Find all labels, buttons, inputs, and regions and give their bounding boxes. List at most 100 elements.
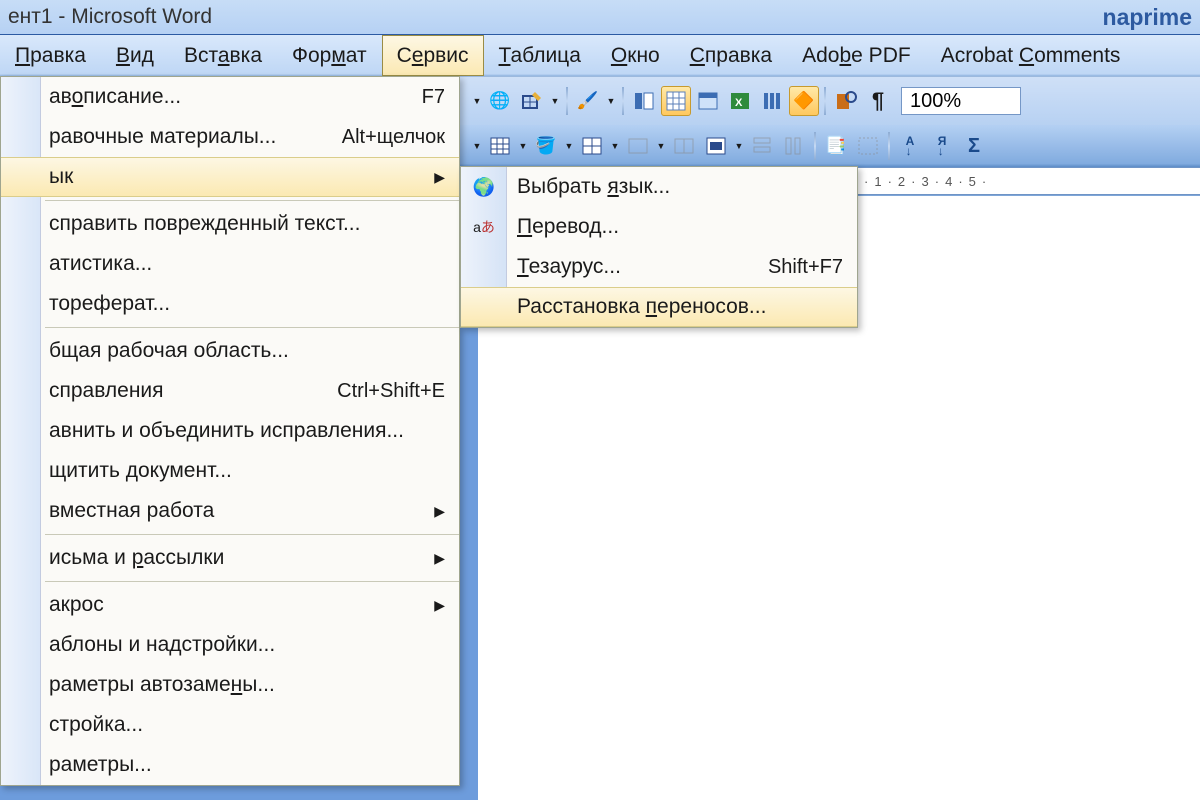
menu-item-label: ык <box>49 165 73 189</box>
sort-desc-button[interactable]: Я↓ <box>927 131 957 161</box>
pilcrow-icon: ¶ <box>872 88 884 114</box>
menu-item-customize[interactable]: стройка... <box>1 705 459 745</box>
menu-item-letters-mailings[interactable]: исьма и рассылки ▶ <box>1 538 459 578</box>
dist-rows-icon <box>751 135 773 157</box>
dropdown-icon[interactable]: ▼ <box>605 96 617 106</box>
dropdown-icon[interactable]: ▼ <box>471 141 483 151</box>
svg-text:X: X <box>735 97 743 109</box>
autosum-button[interactable]: Σ <box>959 131 989 161</box>
menu-item-label: щитить документ... <box>49 459 232 483</box>
ruler-scale: · 1 · 2 · 3 · 4 · 5 · <box>858 168 1200 194</box>
menu-item-label: раметры... <box>49 753 152 777</box>
menu-item-protect-document[interactable]: щитить документ... <box>1 451 459 491</box>
menu-separator <box>45 534 459 535</box>
sigma-icon: Σ <box>968 135 980 158</box>
research-button[interactable] <box>831 86 861 116</box>
menu-item-templates-addins[interactable]: аблоны и надстройки... <box>1 625 459 665</box>
window-split-button[interactable] <box>693 86 723 116</box>
zoom-value: 100% <box>910 90 961 113</box>
separator <box>824 87 826 115</box>
show-gridlines-button[interactable] <box>853 131 883 161</box>
paragraph-marks-button[interactable]: ¶ <box>863 86 893 116</box>
menu-item-track-changes[interactable]: справления Ctrl+Shift+E <box>1 371 459 411</box>
menu-item-autosummary[interactable]: тореферат... <box>1 284 459 324</box>
menu-item-online-collaboration[interactable]: вместная работа ▶ <box>1 491 459 531</box>
dropdown-icon[interactable]: ▼ <box>549 96 561 106</box>
split-cells-button[interactable] <box>669 131 699 161</box>
separator <box>566 87 568 115</box>
insert-table-button[interactable] <box>485 131 515 161</box>
menu-item-label: авнить и объединить исправления... <box>49 419 404 443</box>
dropdown-icon[interactable]: ▼ <box>733 141 745 151</box>
menu-item-label: Выбрать язык... <box>517 175 670 199</box>
menu-item-research[interactable]: равочные материалы... Alt+щелчок <box>1 117 459 157</box>
menu-tools-dropdown: авописание... F7 равочные материалы... A… <box>0 76 460 786</box>
menu-item-spelling[interactable]: авописание... F7 <box>1 77 459 117</box>
tables-borders-button[interactable] <box>517 86 547 116</box>
dropdown-icon[interactable]: ▼ <box>655 141 667 151</box>
menu-shortcut: Shift+F7 <box>768 256 843 279</box>
menu-item-fix-text[interactable]: справить поврежденный текст... <box>1 204 459 244</box>
split-icon <box>673 135 695 157</box>
ruler-mark: 1 <box>874 174 881 189</box>
translate-icon: aあ <box>469 213 499 241</box>
autoformat-button[interactable]: 📑 <box>821 131 851 161</box>
distribute-cols-button[interactable] <box>779 131 809 161</box>
show-grid-button[interactable] <box>661 86 691 116</box>
menu-help[interactable]: Справка <box>675 35 787 76</box>
merge-cells-button[interactable] <box>623 131 653 161</box>
hyperlink-button[interactable]: 🌐 <box>485 86 515 116</box>
menu-item-compare-merge[interactable]: авнить и объединить исправления... <box>1 411 459 451</box>
menu-window[interactable]: Окно <box>596 35 675 76</box>
shapes-icon: 🔶 <box>793 91 814 111</box>
doc-map-button[interactable] <box>629 86 659 116</box>
window-title: ент1 - Microsoft Word <box>8 5 212 29</box>
dropdown-icon[interactable]: ▼ <box>471 96 483 106</box>
submenu-item-hyphenation[interactable]: Расстановка переносов... <box>461 287 857 327</box>
menu-item-label: равочные материалы... <box>49 125 276 149</box>
columns-button[interactable] <box>757 86 787 116</box>
distribute-rows-button[interactable] <box>747 131 777 161</box>
menu-item-macro[interactable]: акрос ▶ <box>1 585 459 625</box>
menu-item-shared-workspace[interactable]: бщая рабочая область... <box>1 331 459 371</box>
window-icon <box>697 90 719 112</box>
sort-asc-button[interactable]: А↓ <box>895 131 925 161</box>
align-button[interactable] <box>701 131 731 161</box>
submenu-item-set-language[interactable]: 🌍 Выбрать язык... <box>461 167 857 207</box>
menu-item-label: бщая рабочая область... <box>49 339 289 363</box>
menu-item-label: раметры автозамены... <box>49 673 275 697</box>
menu-shortcut: Ctrl+Shift+E <box>337 380 445 403</box>
dist-cols-icon <box>783 135 805 157</box>
menu-edit[interactable]: Правка <box>0 35 101 76</box>
dropdown-icon[interactable]: ▼ <box>609 141 621 151</box>
menu-item-options[interactable]: раметры... <box>1 745 459 785</box>
menu-insert[interactable]: Вставка <box>169 35 277 76</box>
menu-bar: Правка Вид Вставка Формат Сервис Таблица… <box>0 34 1200 76</box>
submenu-item-thesaurus[interactable]: Тезаурус... Shift+F7 <box>461 247 857 287</box>
menu-tools[interactable]: Сервис <box>382 35 484 76</box>
menu-item-word-count[interactable]: атистика... <box>1 244 459 284</box>
menu-item-label: вместная работа <box>49 499 214 523</box>
drawing-button[interactable]: 🔶 <box>789 86 819 116</box>
zoom-combo[interactable]: 100% <box>901 87 1021 115</box>
menu-adobe-pdf[interactable]: Adobe PDF <box>787 35 926 76</box>
menu-acrobat-comments[interactable]: Acrobat Comments <box>926 35 1136 76</box>
menu-format[interactable]: Формат <box>277 35 382 76</box>
menu-item-label: аблоны и надстройки... <box>49 633 275 657</box>
submenu-item-translate[interactable]: aあ Перевод... <box>461 207 857 247</box>
columns-icon <box>761 90 783 112</box>
menu-item-autocorrect-options[interactable]: раметры автозамены... <box>1 665 459 705</box>
globe-chain-icon: 🌐 <box>489 91 510 111</box>
menu-table[interactable]: Таблица <box>484 35 596 76</box>
menu-view[interactable]: Вид <box>101 35 169 76</box>
menu-item-language[interactable]: ык ▶ <box>1 157 459 197</box>
brush-button[interactable]: 🖌️ <box>573 86 603 116</box>
menu-item-label: атистика... <box>49 252 152 276</box>
excel-button[interactable]: X <box>725 86 755 116</box>
fill-color-button[interactable]: 🪣 <box>531 131 561 161</box>
ruler-mark: 5 <box>969 174 976 189</box>
dropdown-icon[interactable]: ▼ <box>517 141 529 151</box>
dropdown-icon[interactable]: ▼ <box>563 141 575 151</box>
insert-table-2-button[interactable] <box>577 131 607 161</box>
submenu-arrow-icon: ▶ <box>434 169 445 186</box>
